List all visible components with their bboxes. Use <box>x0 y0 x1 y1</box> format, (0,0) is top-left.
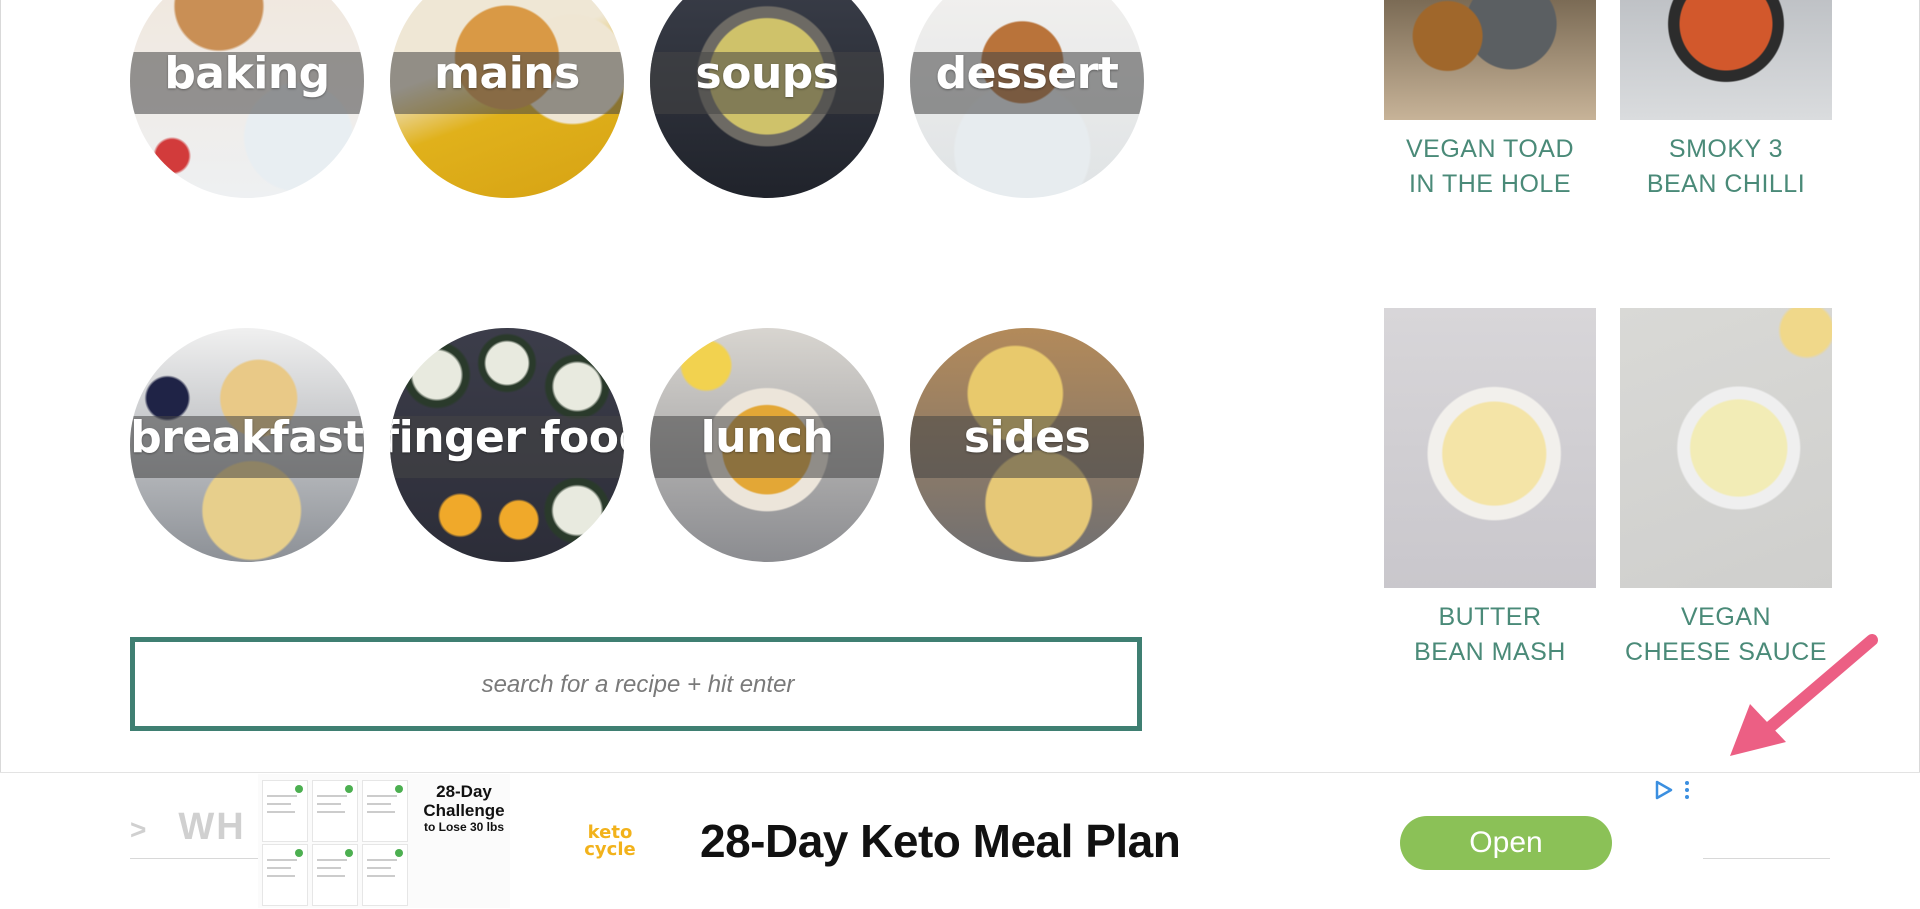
recipe-image[interactable] <box>1620 0 1832 120</box>
category-finger-food[interactable]: finger food <box>390 328 624 562</box>
section-heading: > WH <box>130 806 246 849</box>
category-sides[interactable]: sides <box>910 328 1144 562</box>
category-label: breakfast <box>130 412 364 463</box>
category-baking[interactable]: baking <box>130 0 364 198</box>
ad-choices-icon[interactable] <box>1654 780 1674 800</box>
category-mains[interactable]: mains <box>390 0 624 198</box>
recipe-image[interactable] <box>1384 0 1596 120</box>
ad-open-button[interactable]: Open <box>1400 816 1612 870</box>
recipe-card-butter-bean-mash[interactable]: BUTTER BEAN MASH <box>1384 308 1596 670</box>
ad-challenge-line: Challenge <box>423 801 505 820</box>
category-label: finger food <box>390 412 624 463</box>
recipe-title-line: SMOKY 3 <box>1668 135 1784 163</box>
category-label: lunch <box>700 412 834 463</box>
recipe-title-line: BEAN CHILLI <box>1646 170 1806 198</box>
ad-thumbnail-page <box>262 844 308 906</box>
ad-brand-logo[interactable]: keto cycle <box>578 824 642 860</box>
category-lunch[interactable]: lunch <box>650 328 884 562</box>
recipe-title-line: IN THE HOLE <box>1408 170 1572 198</box>
recipe-image[interactable] <box>1620 308 1832 588</box>
recipe-title-line: BUTTER <box>1438 603 1542 631</box>
recipe-card-smoky-chilli[interactable]: SMOKY 3 BEAN CHILLI <box>1620 0 1832 202</box>
category-label: baking <box>164 48 330 99</box>
category-soups[interactable]: soups <box>650 0 884 198</box>
annotation-arrow-icon <box>1730 634 1878 756</box>
category-label: mains <box>434 48 580 99</box>
ad-title[interactable]: 28-Day Keto Meal Plan <box>700 814 1181 868</box>
ad-challenge-text: 28-Day Challenge to Lose 30 lbs <box>418 782 510 834</box>
advertisement-banner[interactable]: 28-Day Challenge to Lose 30 lbs keto cyc… <box>258 774 1703 908</box>
recipe-title-line: VEGAN TOAD <box>1405 135 1574 163</box>
ad-menu-icon[interactable] <box>1684 780 1690 800</box>
ad-challenge-line: to Lose 30 lbs <box>423 820 505 834</box>
recipe-card-vegan-cheese-sauce[interactable]: VEGAN CHEESE SAUCE <box>1620 308 1832 670</box>
ad-challenge-line: 28-Day <box>436 782 492 801</box>
category-label: dessert <box>935 48 1119 99</box>
search-input[interactable] <box>135 642 1141 728</box>
ad-thumbnail-page <box>362 780 408 842</box>
ad-thumbnail-page <box>362 844 408 906</box>
category-breakfast[interactable]: breakfast <box>130 328 364 562</box>
category-label: sides <box>963 412 1091 463</box>
recipe-image[interactable] <box>1384 308 1596 588</box>
category-dessert[interactable]: dessert <box>910 0 1144 198</box>
ad-thumbnail-page <box>262 780 308 842</box>
ad-thumbnail-page <box>312 780 358 842</box>
recipe-search-box[interactable] <box>130 637 1142 731</box>
ad-brand-line: cycle <box>584 839 636 860</box>
ad-thumbnail-page <box>312 844 358 906</box>
section-heading-text: WH <box>178 806 246 848</box>
recipe-card-toad-in-the-hole[interactable]: VEGAN TOAD IN THE HOLE <box>1384 0 1596 202</box>
recipe-title[interactable]: VEGAN TOAD IN THE HOLE <box>1384 132 1596 202</box>
category-label: soups <box>695 48 839 99</box>
chevron-right-icon: > <box>130 814 149 845</box>
recipe-title[interactable]: BUTTER BEAN MASH <box>1384 600 1596 670</box>
recipe-title-line: BEAN MASH <box>1414 638 1566 666</box>
recipe-title[interactable]: SMOKY 3 BEAN CHILLI <box>1620 132 1832 202</box>
ad-thumbnail[interactable]: 28-Day Challenge to Lose 30 lbs <box>258 774 510 908</box>
